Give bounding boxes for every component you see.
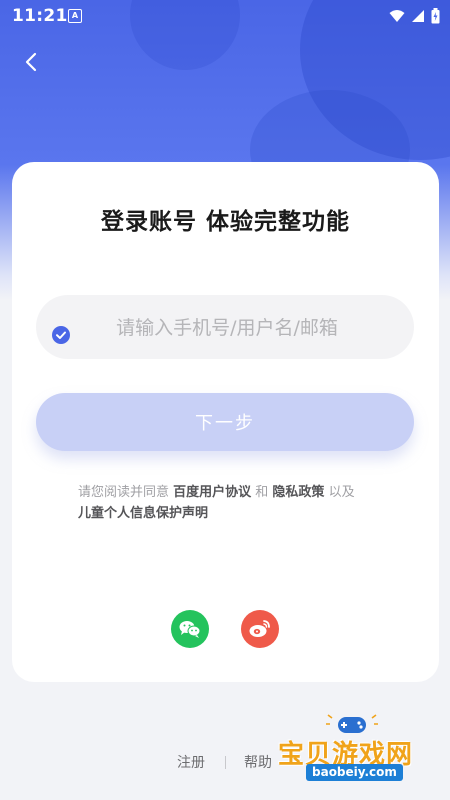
wechat-login-button[interactable] <box>171 610 209 648</box>
check-icon <box>56 331 66 339</box>
page-title: 登录账号 体验完整功能 <box>100 209 350 235</box>
status-icons <box>389 8 440 24</box>
register-link[interactable]: 注册 <box>177 752 205 772</box>
agreement-suffix: 以及 <box>324 485 355 500</box>
terms-link[interactable]: 百度用户协议 <box>173 485 251 500</box>
back-button[interactable] <box>18 48 46 76</box>
account-input-wrapper <box>36 295 418 361</box>
watermark-url: baobeiy.com <box>306 764 403 781</box>
help-link[interactable]: 帮助 <box>244 752 272 772</box>
weibo-icon <box>249 620 270 637</box>
weibo-login-button[interactable] <box>241 610 279 648</box>
agreement-checkbox[interactable] <box>52 326 70 344</box>
status-time: 11:21 <box>12 6 68 26</box>
status-bar: 11:21 A <box>0 0 450 32</box>
footer-divider <box>225 756 226 769</box>
account-input[interactable] <box>36 295 418 361</box>
privacy-link[interactable]: 隐私政策 <box>272 485 324 500</box>
wifi-icon <box>389 10 405 22</box>
next-step-button[interactable]: 下一步 <box>36 393 414 451</box>
battery-icon <box>431 8 440 24</box>
wechat-icon <box>179 621 201 638</box>
agreement-and: 和 <box>251 485 273 500</box>
notification-app-icon: A <box>68 9 82 23</box>
agreement-prefix: 请您阅读并同意 <box>78 485 174 500</box>
login-card: 登录账号 体验完整功能 下一步 请您阅读并同意 百度用户协议 和 隐私政策 以及… <box>12 162 439 682</box>
watermark: 宝贝游戏网 baobeiy.com <box>274 712 444 784</box>
children-privacy-link[interactable]: 儿童个人信息保护声明 <box>78 506 208 521</box>
chevron-left-icon <box>25 52 37 72</box>
agreement-text: 请您阅读并同意 百度用户协议 和 隐私政策 以及儿童个人信息保护声明 <box>78 482 398 524</box>
signal-icon <box>412 10 424 22</box>
